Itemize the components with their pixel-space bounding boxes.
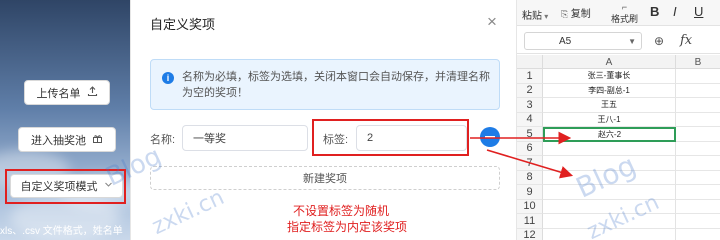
remove-prize-button[interactable] — [480, 127, 500, 147]
paste-label: 粘贴 — [522, 11, 542, 22]
zoom-icon[interactable]: ⊕ — [654, 34, 664, 48]
info-icon: i — [162, 72, 174, 84]
cell-b11[interactable] — [676, 214, 720, 229]
annotation-line-2: 指定标签为内定该奖项 — [287, 220, 408, 234]
cell-a3[interactable]: 王五 — [543, 98, 676, 113]
cell-a8[interactable] — [543, 170, 676, 185]
cell-b1[interactable] — [676, 69, 720, 84]
info-alert: i 名称为必填，标签为选填，关闭本窗口会自动保存，并清理名称为空的奖项！ — [150, 59, 500, 110]
cell-b4[interactable] — [676, 113, 720, 127]
highlight-box-custom-mode — [5, 169, 126, 204]
copy-icon: ⎘ — [561, 9, 571, 19]
column-header-row: A B — [517, 55, 720, 69]
format-painter-label: 格式刷 — [611, 14, 639, 24]
cell-a11[interactable] — [543, 214, 676, 229]
row-header[interactable]: 8 — [517, 170, 543, 185]
name-label: 名称: — [150, 134, 176, 146]
cell-b9[interactable] — [676, 185, 720, 200]
cell-reference: A5 — [559, 35, 572, 47]
cell-b2[interactable] — [676, 84, 720, 98]
fx-icon[interactable]: fx — [680, 33, 692, 48]
enter-lottery-pool-label: 进入抽奖池 — [31, 134, 86, 147]
underline-button[interactable]: U — [694, 4, 703, 19]
column-header-a[interactable]: A — [543, 55, 676, 69]
cell-b7[interactable] — [676, 156, 720, 171]
highlight-box-tag-field — [312, 119, 469, 156]
spreadsheet-toolbar: 粘贴 ▾ ⎘ 复制 ⌐ 格式刷 B I U — [517, 0, 720, 26]
upload-list-label: 上传名单 — [36, 87, 81, 100]
row-header[interactable]: 1 — [517, 69, 543, 84]
gift-icon — [92, 133, 103, 147]
enter-lottery-pool-button[interactable]: 进入抽奖池 — [18, 127, 116, 152]
row-header[interactable]: 9 — [517, 185, 543, 200]
cell-b3[interactable] — [676, 98, 720, 113]
row-header[interactable]: 4 — [517, 112, 543, 127]
upload-list-button[interactable]: 上传名单 — [24, 80, 110, 105]
row-header[interactable]: 6 — [517, 141, 543, 156]
file-format-hint: xls、.csv 文件格式，姓名单 — [0, 226, 123, 237]
cell-a10[interactable] — [543, 199, 676, 214]
italic-button[interactable]: I — [673, 4, 677, 19]
cell-a4[interactable]: 王八-1 — [543, 112, 676, 127]
upload-icon — [87, 85, 98, 100]
info-alert-text: 名称为必填，标签为选填，关闭本窗口会自动保存，并清理名称为空的奖项！ — [182, 71, 490, 99]
cell-a12[interactable] — [543, 228, 676, 240]
cell-b10[interactable] — [676, 200, 720, 214]
cell-a2[interactable]: 李四-副总-1 — [543, 83, 676, 98]
cell-a9[interactable] — [543, 185, 676, 200]
close-icon[interactable]: × — [487, 13, 497, 30]
brush-icon: ⌐ — [621, 2, 628, 12]
row-header[interactable]: 2 — [517, 83, 543, 98]
row-header[interactable]: 10 — [517, 199, 543, 214]
spreadsheet-window: 粘贴 ▾ ⎘ 复制 ⌐ 格式刷 B I U A5 ▼ ⊕ fx A B 1 张三-… — [517, 0, 720, 240]
format-painter-button[interactable]: ⌐ 格式刷 — [611, 2, 638, 25]
row-header[interactable]: 12 — [517, 228, 543, 240]
row-header[interactable]: 11 — [517, 214, 543, 229]
cell-a5[interactable]: 赵六-2 — [543, 127, 676, 142]
cell-a1[interactable]: 张三-董事长 — [543, 69, 676, 84]
paste-button[interactable]: 粘贴 ▾ — [522, 7, 548, 22]
row-header[interactable]: 5 — [517, 127, 543, 142]
prize-name-input[interactable]: 一等奖 — [182, 125, 308, 151]
formula-bar: A5 ▼ ⊕ fx — [517, 28, 720, 54]
minus-icon — [485, 136, 495, 138]
cell-reference-box[interactable]: A5 ▼ — [524, 32, 642, 50]
cell-b8[interactable] — [676, 171, 720, 185]
copy-button[interactable]: ⎘ 复制 — [561, 5, 591, 20]
chevron-down-icon: ▾ — [542, 12, 549, 21]
cell-a7[interactable] — [543, 156, 676, 171]
corner-cell[interactable] — [517, 55, 543, 69]
annotation-line-1: 不设置标签为随机 — [293, 204, 390, 218]
cell-b6[interactable] — [676, 142, 720, 156]
cell-b12[interactable] — [676, 229, 720, 240]
dialog-title: 自定义奖项 — [150, 17, 216, 32]
cell-b5[interactable] — [676, 127, 720, 142]
cell-a6[interactable] — [543, 141, 676, 156]
column-header-b[interactable]: B — [676, 55, 720, 69]
new-prize-button[interactable]: 新建奖项 — [150, 166, 500, 190]
copy-label: 复制 — [570, 9, 591, 20]
chevron-down-icon: ▼ — [628, 36, 636, 46]
app-background-panel — [0, 0, 130, 240]
row-header[interactable]: 3 — [517, 98, 543, 113]
row-header[interactable]: 7 — [517, 156, 543, 171]
bold-button[interactable]: B — [650, 4, 659, 19]
